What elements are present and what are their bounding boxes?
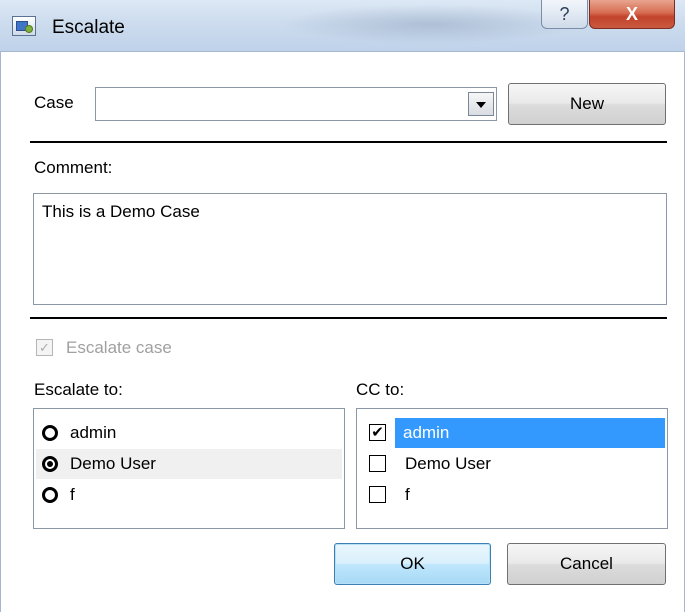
case-label: Case xyxy=(34,93,74,112)
list-item-label: f xyxy=(70,485,75,504)
checkbox-icon[interactable] xyxy=(369,486,386,503)
cc-to-label: CC to: xyxy=(356,380,405,399)
ok-button[interactable]: OK xyxy=(334,543,491,585)
escalate-case-label: Escalate case xyxy=(66,338,172,357)
divider xyxy=(30,317,667,319)
list-item-label: Demo User xyxy=(405,454,491,473)
list-item[interactable]: admin xyxy=(36,418,342,448)
window-title: Escalate xyxy=(52,17,125,38)
new-case-button[interactable]: New xyxy=(508,83,666,125)
checkbox-icon[interactable]: ✔ xyxy=(369,424,386,441)
radio-icon[interactable] xyxy=(42,456,58,472)
chevron-down-icon[interactable] xyxy=(468,92,494,116)
list-item-label: f xyxy=(405,485,410,504)
comment-textarea[interactable]: This is a Demo Case xyxy=(33,193,667,305)
cc-to-list[interactable]: ✔ admin Demo User f xyxy=(356,408,668,529)
list-item[interactable]: Demo User xyxy=(36,449,342,479)
list-item-label: Demo User xyxy=(70,454,156,473)
list-item-label: admin xyxy=(395,418,665,448)
escalate-app-icon xyxy=(12,16,36,36)
checkbox-icon[interactable] xyxy=(369,455,386,472)
list-item[interactable]: f xyxy=(359,480,665,510)
close-button[interactable]: X xyxy=(589,0,675,29)
case-dropdown[interactable] xyxy=(95,87,497,121)
help-button[interactable]: ? xyxy=(541,0,588,29)
title-bar[interactable]: Escalate ? X xyxy=(0,0,685,52)
cancel-button[interactable]: Cancel xyxy=(507,543,666,585)
comment-text: This is a Demo Case xyxy=(42,202,200,221)
radio-icon[interactable] xyxy=(42,487,58,503)
escalate-to-label: Escalate to: xyxy=(34,380,123,399)
list-item[interactable]: Demo User xyxy=(359,449,665,479)
escalate-case-checkbox[interactable]: ✓ xyxy=(36,339,53,356)
comment-label: Comment: xyxy=(34,158,113,177)
list-item[interactable]: ✔ admin xyxy=(359,418,665,448)
radio-icon[interactable] xyxy=(42,425,58,441)
divider xyxy=(30,141,667,143)
title-bar-background xyxy=(280,4,580,44)
list-item[interactable]: f xyxy=(36,480,342,510)
list-item-label: admin xyxy=(70,423,117,442)
escalate-to-list[interactable]: admin Demo User f xyxy=(33,408,345,529)
